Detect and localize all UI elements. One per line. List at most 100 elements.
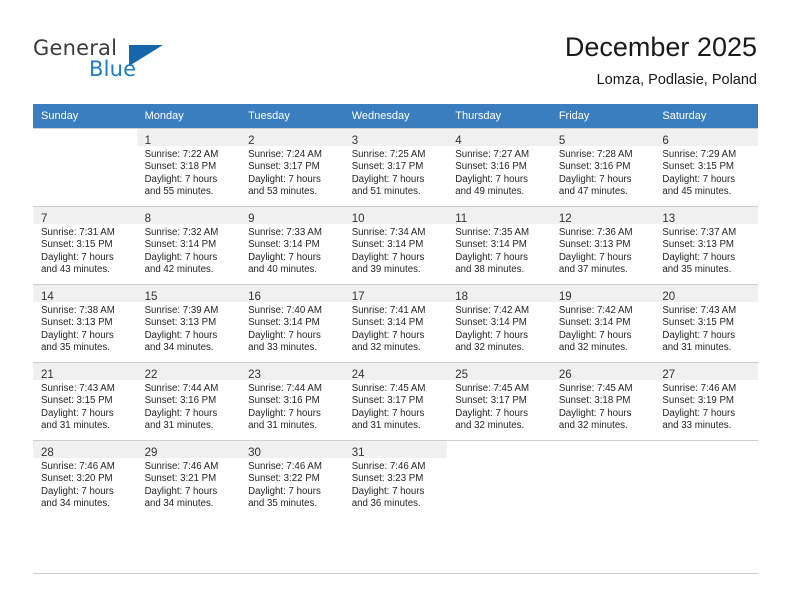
day-cell-inner (550, 440, 655, 518)
day-number-bar: 15 (136, 285, 241, 303)
calendar-day-cell[interactable]: 7 Sunrise: 7:31 AM Sunset: 3:15 PM Daylight… (33, 206, 137, 284)
calendar-day-cell[interactable]: 24 Sunrise: 7:45 AM Sunset: 3:17 PM Dayligh… (343, 362, 448, 440)
sunrise-line: Sunrise: 7:38 AM (41, 305, 115, 316)
day-cell-inner (33, 128, 137, 206)
calendar-day-cell[interactable]: 20 Sunrise: 7:43 AM Sunset: 3:15 PM Dayligh… (654, 284, 758, 362)
daylight-line-1: Daylight: 7 hours (248, 251, 321, 263)
sunrise-line: Sunrise: 7:45 AM (455, 383, 530, 394)
day-detail-lines: Sunrise: 7:31 AM Sunset: 3:15 PM Daylight:… (33, 224, 137, 277)
general-blue-logo[interactable]: General Blue (33, 36, 213, 88)
daylight-line-2: and 33 minutes. (248, 342, 318, 354)
calendar-day-cell[interactable]: 6 Sunrise: 7:29 AM Sunset: 3:15 PM Daylight… (654, 128, 758, 206)
calendar-cell-empty (654, 440, 758, 518)
day-number-bar: 27 (654, 363, 758, 381)
calendar-day-cell[interactable]: 14 Sunrise: 7:38 AM Sunset: 3:13 PM Dayligh… (33, 284, 137, 362)
day-detail-lines (447, 458, 551, 461)
calendar-day-cell[interactable]: 30 Sunrise: 7:46 AM Sunset: 3:22 PM Dayligh… (240, 440, 344, 518)
calendar-day-cell[interactable]: 19 Sunrise: 7:42 AM Sunset: 3:14 PM Dayligh… (550, 284, 655, 362)
daylight-line-1: Daylight: 7 hours (455, 329, 528, 341)
calendar-day-cell[interactable]: 1 Sunrise: 7:22 AM Sunset: 3:18 PM Daylight… (136, 128, 241, 206)
day-number: 8 (144, 213, 151, 225)
day-number: 29 (144, 447, 158, 459)
calendar-day-cell[interactable]: 12 Sunrise: 7:36 AM Sunset: 3:13 PM Dayligh… (550, 206, 655, 284)
day-number: 18 (455, 291, 469, 303)
logo-text-blue: Blue (89, 57, 137, 81)
calendar-day-cell[interactable]: 11 Sunrise: 7:35 AM Sunset: 3:14 PM Dayligh… (447, 206, 551, 284)
day-number: 22 (144, 369, 158, 381)
day-cell-inner: 25 Sunrise: 7:45 AM Sunset: 3:17 PM Dayligh… (447, 362, 551, 440)
day-cell-inner: 31 Sunrise: 7:46 AM Sunset: 3:23 PM Dayligh… (343, 440, 448, 518)
calendar-day-cell[interactable]: 9 Sunrise: 7:33 AM Sunset: 3:14 PM Daylight… (240, 206, 344, 284)
calendar-week-row: 21 Sunrise: 7:43 AM Sunset: 3:15 PM Dayligh… (33, 362, 758, 440)
day-detail-lines: Sunrise: 7:34 AM Sunset: 3:14 PM Daylight:… (344, 224, 448, 277)
daylight-line-2: and 47 minutes. (558, 186, 628, 198)
sunset-line: Sunset: 3:14 PM (351, 317, 424, 329)
calendar-day-cell[interactable]: 10 Sunrise: 7:34 AM Sunset: 3:14 PM Dayligh… (343, 206, 448, 284)
day-number-bar: 9 (240, 207, 344, 225)
daylight-line-2: and 35 minutes. (41, 342, 110, 354)
day-cell-inner: 17 Sunrise: 7:41 AM Sunset: 3:14 PM Dayligh… (343, 284, 448, 362)
day-cell-inner: 18 Sunrise: 7:42 AM Sunset: 3:14 PM Dayligh… (447, 284, 551, 362)
calendar-day-cell[interactable]: 8 Sunrise: 7:32 AM Sunset: 3:14 PM Daylight… (136, 206, 241, 284)
day-cell-inner: 14 Sunrise: 7:38 AM Sunset: 3:13 PM Dayligh… (33, 284, 137, 362)
day-cell-inner: 24 Sunrise: 7:45 AM Sunset: 3:17 PM Dayligh… (343, 362, 448, 440)
sunrise-line: Sunrise: 7:46 AM (351, 461, 426, 472)
day-cell-inner: 29 Sunrise: 7:46 AM Sunset: 3:21 PM Dayligh… (136, 440, 241, 518)
calendar-day-cell[interactable]: 17 Sunrise: 7:41 AM Sunset: 3:14 PM Dayligh… (343, 284, 448, 362)
sunrise-line: Sunrise: 7:42 AM (558, 305, 633, 316)
sunrise-line: Sunrise: 7:41 AM (351, 305, 426, 316)
daylight-line-2: and 34 minutes. (144, 342, 214, 354)
day-number: 4 (455, 135, 462, 147)
calendar-day-cell[interactable]: 29 Sunrise: 7:46 AM Sunset: 3:21 PM Dayligh… (136, 440, 241, 518)
calendar-day-cell[interactable]: 4 Sunrise: 7:27 AM Sunset: 3:16 PM Daylight… (447, 128, 551, 206)
calendar-day-cell[interactable]: 3 Sunrise: 7:25 AM Sunset: 3:17 PM Daylight… (343, 128, 448, 206)
day-number: 21 (41, 369, 54, 381)
calendar-day-cell[interactable]: 27 Sunrise: 7:46 AM Sunset: 3:19 PM Dayligh… (654, 362, 758, 440)
daylight-line-1: Daylight: 7 hours (41, 485, 114, 497)
daylight-line-2: and 33 minutes. (662, 420, 732, 432)
daylight-line-2: and 32 minutes. (455, 420, 525, 432)
daylight-line-1: Daylight: 7 hours (455, 251, 528, 263)
sunset-line: Sunset: 3:14 PM (248, 317, 320, 329)
calendar-day-cell[interactable]: 15 Sunrise: 7:39 AM Sunset: 3:13 PM Dayligh… (136, 284, 241, 362)
day-cell-inner: 27 Sunrise: 7:46 AM Sunset: 3:19 PM Dayligh… (654, 362, 758, 440)
calendar-day-cell[interactable]: 2 Sunrise: 7:24 AM Sunset: 3:17 PM Daylight… (240, 128, 344, 206)
daylight-line-2: and 49 minutes. (455, 186, 525, 198)
calendar-day-cell[interactable]: 31 Sunrise: 7:46 AM Sunset: 3:23 PM Dayligh… (343, 440, 448, 518)
weekday-header-wednesday: Wednesday (343, 104, 448, 128)
page-header: General Blue December 2025 Lomza, Podlas… (0, 0, 792, 104)
daylight-line-1: Daylight: 7 hours (351, 251, 425, 263)
daylight-line-2: and 32 minutes. (558, 342, 628, 354)
day-number-bar: 14 (33, 285, 137, 303)
day-number: 31 (351, 447, 365, 459)
daylight-line-1: Daylight: 7 hours (248, 485, 321, 497)
day-detail-lines: Sunrise: 7:27 AM Sunset: 3:16 PM Daylight:… (447, 146, 551, 199)
day-detail-lines: Sunrise: 7:22 AM Sunset: 3:18 PM Daylight:… (137, 146, 241, 199)
sunset-line: Sunset: 3:14 PM (455, 239, 527, 251)
calendar-day-cell[interactable]: 22 Sunrise: 7:44 AM Sunset: 3:16 PM Dayligh… (136, 362, 241, 440)
daylight-line-2: and 42 minutes. (144, 264, 214, 276)
calendar-day-cell[interactable]: 13 Sunrise: 7:37 AM Sunset: 3:13 PM Dayligh… (654, 206, 758, 284)
calendar-bottom-rule (33, 573, 758, 574)
daylight-line-2: and 55 minutes. (144, 186, 214, 198)
sunrise-line: Sunrise: 7:46 AM (41, 461, 115, 472)
sunrise-line: Sunrise: 7:46 AM (248, 461, 322, 472)
calendar-day-cell[interactable]: 5 Sunrise: 7:28 AM Sunset: 3:16 PM Daylight… (550, 128, 655, 206)
calendar-day-cell[interactable]: 21 Sunrise: 7:43 AM Sunset: 3:15 PM Dayligh… (33, 362, 137, 440)
sunset-line: Sunset: 3:18 PM (558, 395, 631, 407)
sunrise-line: Sunrise: 7:35 AM (455, 227, 530, 238)
calendar-day-cell[interactable]: 18 Sunrise: 7:42 AM Sunset: 3:14 PM Dayligh… (447, 284, 551, 362)
day-cell-inner: 16 Sunrise: 7:40 AM Sunset: 3:14 PM Dayligh… (240, 284, 344, 362)
calendar-day-cell[interactable]: 28 Sunrise: 7:46 AM Sunset: 3:20 PM Dayligh… (33, 440, 137, 518)
day-number-bar: 21 (33, 363, 137, 381)
day-number: 3 (351, 135, 359, 147)
day-number: 23 (248, 369, 261, 381)
day-number: 12 (558, 213, 572, 225)
calendar-day-cell[interactable]: 23 Sunrise: 7:44 AM Sunset: 3:16 PM Dayligh… (240, 362, 344, 440)
day-detail-lines: Sunrise: 7:46 AM Sunset: 3:20 PM Daylight:… (33, 458, 137, 511)
calendar-day-cell[interactable]: 26 Sunrise: 7:45 AM Sunset: 3:18 PM Dayligh… (550, 362, 655, 440)
calendar-day-cell[interactable]: 16 Sunrise: 7:40 AM Sunset: 3:14 PM Dayligh… (240, 284, 344, 362)
day-detail-lines: Sunrise: 7:33 AM Sunset: 3:14 PM Daylight:… (240, 224, 344, 277)
sunrise-line: Sunrise: 7:42 AM (455, 305, 530, 316)
calendar-day-cell[interactable]: 25 Sunrise: 7:45 AM Sunset: 3:17 PM Dayligh… (447, 362, 551, 440)
